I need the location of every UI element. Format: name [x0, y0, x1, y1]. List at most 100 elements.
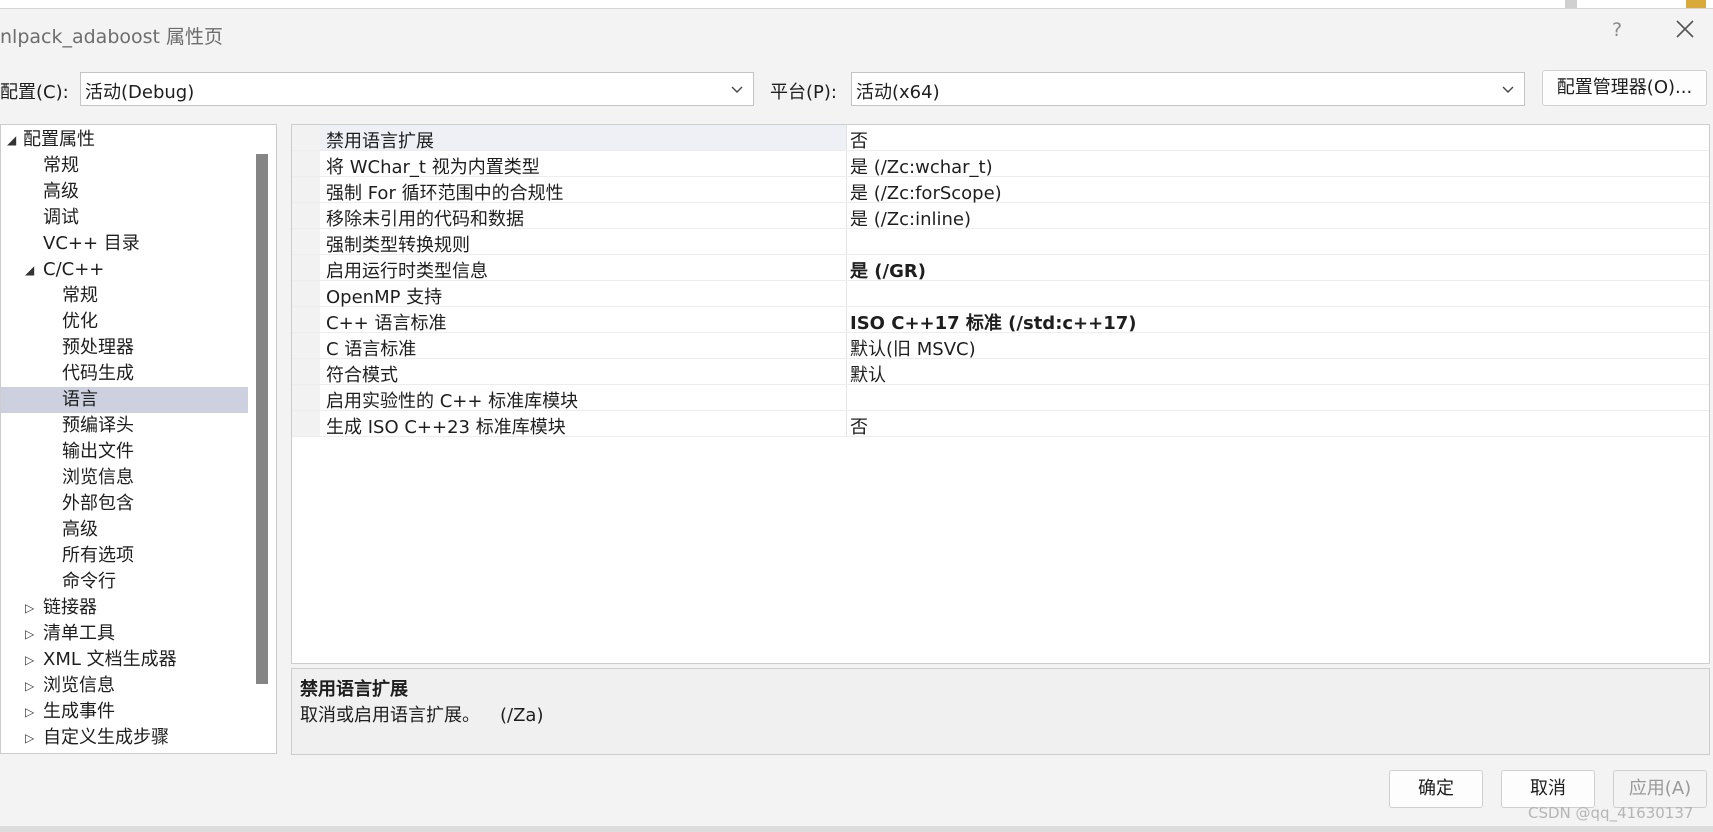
background-window-strip	[0, 0, 1713, 8]
expand-arrow-icon[interactable]: ▷	[25, 647, 34, 673]
column-divider	[846, 333, 847, 358]
column-divider	[846, 411, 847, 436]
ok-button[interactable]: 确定	[1389, 770, 1483, 808]
tree-item[interactable]: ▷ 生成事件	[1, 699, 246, 725]
tree-item[interactable]: 所有选项	[1, 543, 246, 569]
config-dropdown[interactable]: 活动(Debug)	[80, 72, 754, 106]
tree-item-label: 代码生成	[62, 363, 134, 384]
tree-item[interactable]: 高级	[1, 179, 246, 205]
row-gutter	[292, 255, 320, 280]
tree-item[interactable]: ▷ 自定义生成步骤	[1, 725, 246, 751]
expand-arrow-icon[interactable]: ▷	[25, 725, 34, 751]
property-name: C++ 语言标准	[326, 313, 447, 334]
description-panel: 禁用语言扩展 取消或启用语言扩展。 (/Za)	[291, 668, 1710, 755]
tree-item[interactable]: ▷ 链接器	[1, 595, 246, 621]
tree-item[interactable]: 语言	[1, 387, 248, 413]
expand-arrow-icon[interactable]: ▷	[25, 673, 34, 699]
property-value[interactable]: 是 (/Zc:inline)	[850, 205, 971, 231]
tree-item-label: 清单工具	[43, 623, 115, 644]
apply-button[interactable]: 应用(A)	[1613, 770, 1707, 808]
tree-item[interactable]: 代码生成	[1, 361, 246, 387]
chevron-down-icon	[731, 86, 743, 93]
tree-item-label: C/C++	[43, 259, 105, 280]
tree-item[interactable]: ◢ C/C++	[1, 257, 246, 283]
property-name: 启用运行时类型信息	[326, 261, 488, 282]
tree-item[interactable]: 高级	[1, 517, 246, 543]
platform-dropdown[interactable]: 活动(x64)	[851, 72, 1525, 106]
tree-item[interactable]: 优化	[1, 309, 246, 335]
property-row[interactable]: 启用运行时类型信息 是 (/GR)	[292, 255, 1709, 283]
property-row[interactable]: C 语言标准 默认(旧 MSVC)	[292, 333, 1709, 361]
tree-item-label: 配置属性	[23, 129, 95, 150]
property-row[interactable]: 启用实验性的 C++ 标准库模块	[292, 385, 1709, 412]
watermark: CSDN @qq_41630137	[1528, 804, 1694, 822]
collapse-arrow-icon[interactable]: ◢	[25, 257, 34, 283]
property-name: OpenMP 支持	[326, 287, 443, 308]
window-title: nlpack_adaboost 属性页	[0, 26, 224, 48]
property-name: 生成 ISO C++23 标准库模块	[326, 417, 566, 438]
tree-item[interactable]: ▷ 清单工具	[1, 621, 246, 647]
tree-item[interactable]: 输出文件	[1, 439, 246, 465]
property-row[interactable]: 将 WChar_t 视为内置类型 是 (/Zc:wchar_t)	[292, 151, 1709, 179]
expand-arrow-icon[interactable]: ▷	[25, 595, 34, 621]
row-gutter	[292, 151, 320, 176]
close-icon[interactable]	[1670, 14, 1700, 44]
column-divider	[846, 281, 847, 306]
property-value[interactable]: 默认(旧 MSVC)	[850, 335, 976, 361]
title-bar: nlpack_adaboost 属性页 ?	[0, 8, 1713, 55]
property-row[interactable]: 移除未引用的代码和数据 是 (/Zc:inline)	[292, 203, 1709, 231]
property-row[interactable]: 强制类型转换规则	[292, 229, 1709, 256]
cancel-button[interactable]: 取消	[1501, 770, 1595, 808]
property-value[interactable]: ISO C++17 标准 (/std:c++17)	[850, 309, 1137, 335]
column-divider	[846, 255, 847, 280]
tree-item[interactable]: 命令行	[1, 569, 246, 595]
tree-item-label: 所有选项	[62, 545, 134, 566]
tree-item[interactable]: 预处理器	[1, 335, 246, 361]
row-gutter	[292, 411, 320, 436]
description-text: 取消或启用语言扩展。 (/Za)	[300, 701, 543, 727]
property-row[interactable]: 生成 ISO C++23 标准库模块 否	[292, 411, 1709, 439]
expand-arrow-icon[interactable]: ▷	[25, 699, 34, 725]
property-value[interactable]: 否	[850, 127, 868, 153]
expand-arrow-icon[interactable]: ▷	[25, 621, 34, 647]
tree-item-label: VC++ 目录	[43, 233, 140, 254]
property-value[interactable]: 默认	[850, 361, 886, 387]
tree-item-label: 高级	[43, 181, 79, 202]
property-row[interactable]: 禁用语言扩展 否	[292, 125, 1709, 153]
tree-item[interactable]: 常规	[1, 283, 246, 309]
tree-item[interactable]: ◢ 配置属性	[1, 127, 246, 153]
column-divider	[846, 229, 847, 254]
tree-item-label: 输出文件	[62, 441, 134, 462]
tree-item[interactable]: 常规	[1, 153, 246, 179]
property-name: 禁用语言扩展	[326, 131, 434, 152]
help-icon[interactable]: ?	[1612, 19, 1622, 41]
tree-scrollbar-thumb[interactable]	[256, 154, 268, 684]
config-value: 活动(Debug)	[85, 82, 195, 103]
collapse-arrow-icon[interactable]: ◢	[7, 127, 16, 153]
property-value[interactable]: 否	[850, 413, 868, 439]
tree-item[interactable]: VC++ 目录	[1, 231, 246, 257]
tree-item[interactable]: 外部包含	[1, 491, 246, 517]
property-value[interactable]: 是 (/GR)	[850, 257, 926, 283]
tree-item-label: 语言	[62, 389, 98, 410]
property-row[interactable]: 符合模式 默认	[292, 359, 1709, 387]
tree-item-label: 调试	[43, 207, 79, 228]
description-body: 取消或启用语言扩展。	[300, 705, 480, 726]
property-row[interactable]: 强制 For 循环范围中的合规性 是 (/Zc:forScope)	[292, 177, 1709, 205]
tree-item[interactable]: 浏览信息	[1, 465, 246, 491]
property-row[interactable]: OpenMP 支持	[292, 281, 1709, 308]
property-grid: 禁用语言扩展否将 WChar_t 视为内置类型是 (/Zc:wchar_t) 强制…	[291, 124, 1710, 664]
tree-item-label: XML 文档生成器	[43, 649, 177, 670]
property-value[interactable]: 是 (/Zc:wchar_t)	[850, 153, 993, 179]
tree-item-label: 链接器	[43, 597, 97, 618]
tree-item[interactable]: ▷ 浏览信息	[1, 673, 246, 699]
configuration-manager-button[interactable]: 配置管理器(O)...	[1542, 70, 1707, 106]
tree-item[interactable]: 调试	[1, 205, 246, 231]
property-name: 强制类型转换规则	[326, 235, 470, 256]
tree-item[interactable]: 预编译头	[1, 413, 246, 439]
property-value[interactable]: 是 (/Zc:forScope)	[850, 179, 1002, 205]
tree-item-label: 浏览信息	[62, 467, 134, 488]
tree-item[interactable]: ▷ XML 文档生成器	[1, 647, 246, 673]
property-row[interactable]: C++ 语言标准 ISO C++17 标准 (/std:c++17)	[292, 307, 1709, 335]
property-name: 启用实验性的 C++ 标准库模块	[326, 391, 579, 412]
